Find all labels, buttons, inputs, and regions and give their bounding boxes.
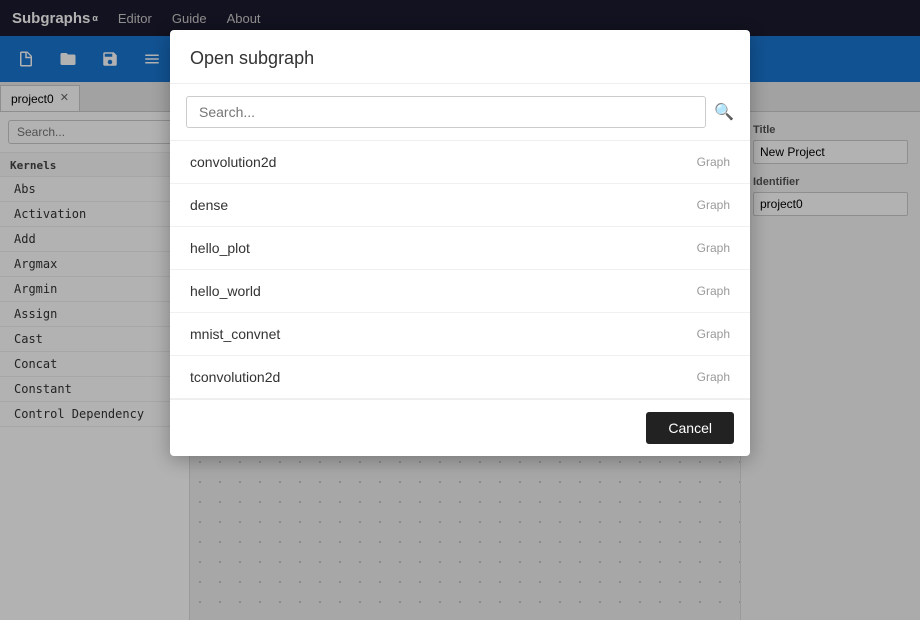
modal-search-icon[interactable]: 🔍 xyxy=(714,102,734,122)
modal-overlay: Open subgraph 🔍 convolution2d Graph dens… xyxy=(0,0,920,620)
modal-item-type: Graph xyxy=(697,155,730,169)
cancel-button[interactable]: Cancel xyxy=(646,412,734,444)
modal-list-item[interactable]: hello_world Graph xyxy=(170,270,750,313)
modal-list-item[interactable]: hello_plot Graph xyxy=(170,227,750,270)
modal-item-type: Graph xyxy=(697,284,730,298)
modal-list-item[interactable]: convolution2d Graph xyxy=(170,141,750,184)
modal-item-type: Graph xyxy=(697,370,730,384)
modal-item-type: Graph xyxy=(697,327,730,341)
modal-item-name: hello_world xyxy=(190,283,261,299)
modal-search-container: 🔍 xyxy=(170,84,750,141)
modal-list: convolution2d Graph dense Graph hello_pl… xyxy=(170,141,750,399)
modal-list-item[interactable]: mnist_convnet Graph xyxy=(170,313,750,356)
modal-item-name: mnist_convnet xyxy=(190,326,280,342)
modal-footer: Cancel xyxy=(170,399,750,456)
modal-item-name: tconvolution2d xyxy=(190,369,280,385)
modal-list-item[interactable]: tconvolution2d Graph xyxy=(170,356,750,399)
modal-list-item[interactable]: dense Graph xyxy=(170,184,750,227)
modal-item-name: dense xyxy=(190,197,228,213)
modal-item-name: convolution2d xyxy=(190,154,276,170)
modal-item-type: Graph xyxy=(697,241,730,255)
modal-item-name: hello_plot xyxy=(190,240,250,256)
open-subgraph-modal: Open subgraph 🔍 convolution2d Graph dens… xyxy=(170,30,750,456)
modal-search-input[interactable] xyxy=(186,96,706,128)
modal-item-type: Graph xyxy=(697,198,730,212)
modal-title: Open subgraph xyxy=(170,30,750,84)
